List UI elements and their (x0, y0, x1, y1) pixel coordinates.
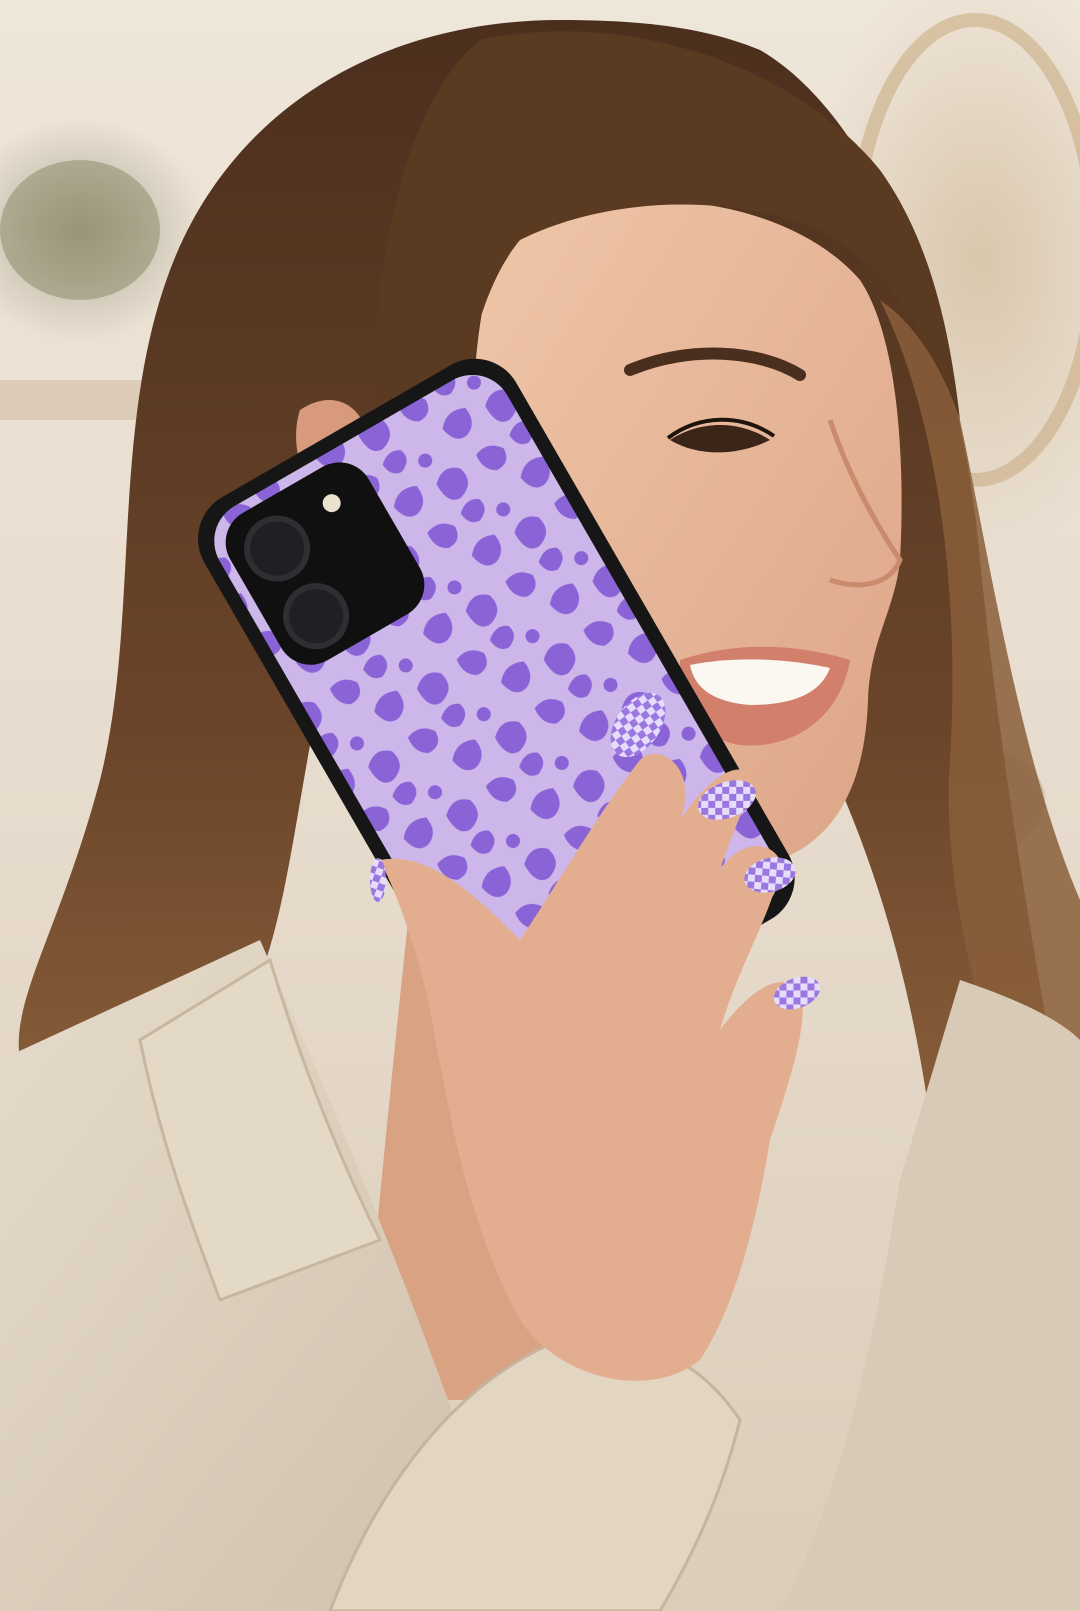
photo-scene (0, 0, 1080, 1611)
blurred-shelf (0, 380, 150, 420)
blurred-plant (0, 160, 160, 300)
photo-illustration (0, 13, 1080, 1611)
nail (370, 858, 386, 902)
